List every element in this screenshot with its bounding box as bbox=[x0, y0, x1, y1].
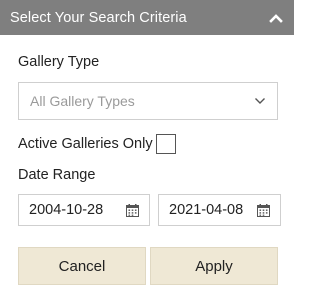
date-to-value: 2021-04-08 bbox=[169, 202, 244, 218]
calendar-icon[interactable] bbox=[256, 203, 270, 217]
panel-title: Select Your Search Criteria bbox=[10, 9, 187, 26]
cancel-button[interactable]: Cancel bbox=[18, 247, 146, 285]
apply-button[interactable]: Apply bbox=[150, 247, 278, 285]
date-from-input[interactable]: 2004-10-28 bbox=[18, 194, 150, 226]
search-criteria-panel: Select Your Search Criteria Gallery Type… bbox=[0, 0, 294, 303]
active-galleries-row: Active Galleries Only bbox=[18, 133, 176, 155]
gallery-type-select[interactable]: All Gallery Types bbox=[18, 82, 278, 120]
active-galleries-checkbox[interactable] bbox=[155, 134, 176, 154]
active-galleries-label: Active Galleries Only bbox=[18, 136, 153, 152]
chevron-down-icon bbox=[253, 94, 267, 108]
date-from-value: 2004-10-28 bbox=[29, 202, 104, 218]
date-to-input[interactable]: 2021-04-08 bbox=[158, 194, 281, 226]
gallery-type-label: Gallery Type bbox=[18, 54, 100, 70]
calendar-icon[interactable] bbox=[125, 203, 139, 217]
gallery-type-selected-value: All Gallery Types bbox=[30, 93, 135, 109]
date-range-label: Date Range bbox=[18, 167, 96, 183]
panel-header[interactable]: Select Your Search Criteria bbox=[0, 0, 294, 35]
chevron-up-icon[interactable] bbox=[268, 10, 284, 26]
